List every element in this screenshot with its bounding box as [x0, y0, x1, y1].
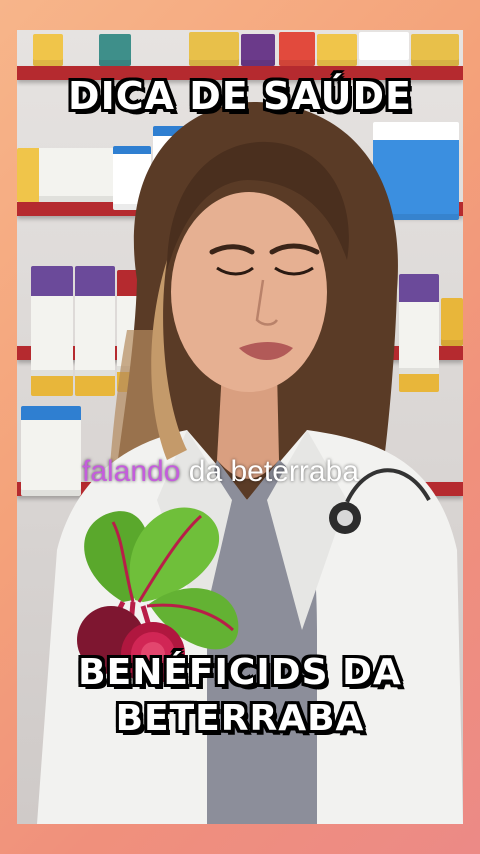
caption-highlight: falando: [82, 455, 181, 488]
caption-text: falando da beterraba: [82, 455, 359, 489]
footer-line-2: BETERRABA: [115, 698, 365, 739]
page-title: DICA DE SAÚDE: [68, 74, 412, 118]
footer-line-1: BENÉFICIDS DA: [78, 652, 402, 693]
caption-rest: da beterraba: [188, 455, 359, 488]
footer-title: BENÉFICIDS DA BETERRABA: [0, 650, 480, 742]
